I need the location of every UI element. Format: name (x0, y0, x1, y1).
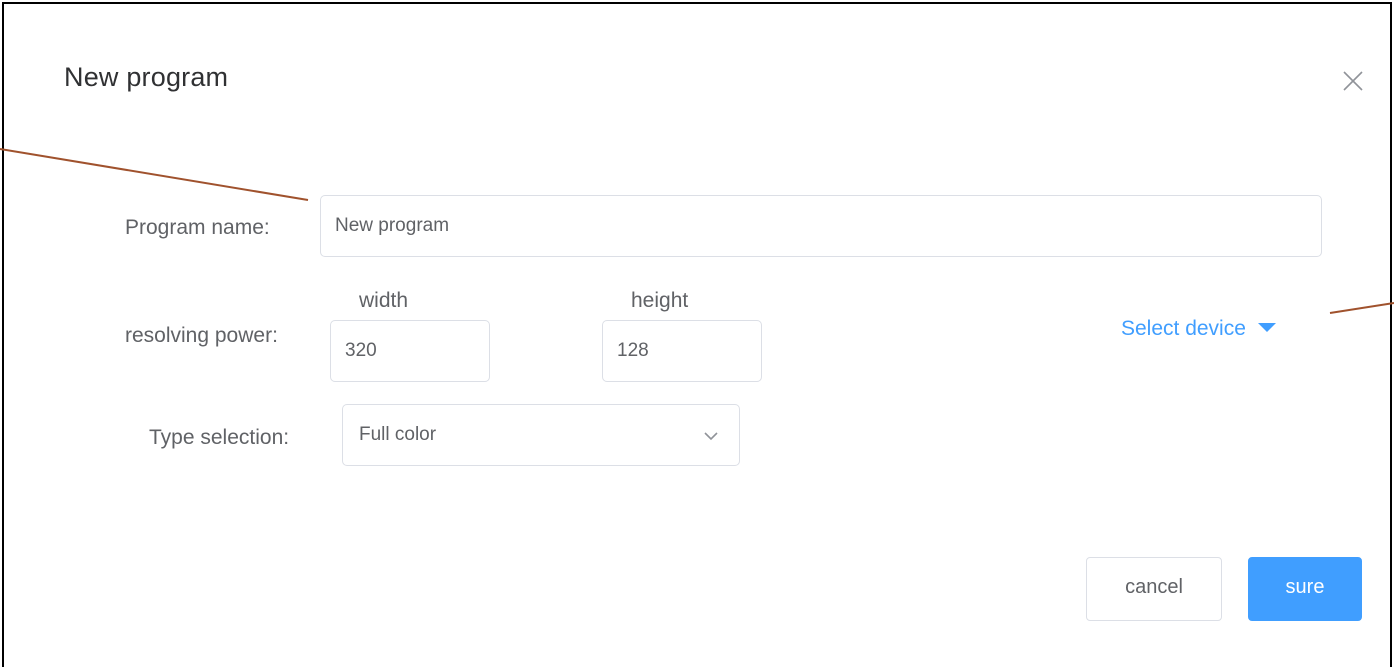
caret-down-icon (1257, 323, 1276, 332)
type-selection-value: Full color (359, 424, 437, 445)
select-device-dropdown[interactable]: Select device (1121, 317, 1276, 341)
program-name-label: Program name: (125, 216, 270, 239)
sure-button[interactable]: sure (1248, 557, 1362, 621)
dialog-title: New program (64, 62, 229, 92)
program-name-input[interactable] (320, 195, 1322, 257)
chevron-down-icon (703, 429, 719, 441)
width-label: width (359, 289, 409, 312)
resolving-power-label: resolving power: (125, 324, 278, 347)
close-icon[interactable] (1340, 68, 1366, 94)
type-selection-label: Type selection: (149, 426, 290, 449)
select-device-label: Select device (1121, 317, 1246, 340)
new-program-dialog: New program Program name: width height r… (2, 2, 1392, 667)
width-input[interactable] (330, 320, 490, 382)
cancel-button[interactable]: cancel (1086, 557, 1222, 621)
height-input[interactable] (602, 320, 762, 382)
height-label: height (631, 289, 689, 312)
type-selection-select[interactable]: Full color (342, 404, 740, 466)
